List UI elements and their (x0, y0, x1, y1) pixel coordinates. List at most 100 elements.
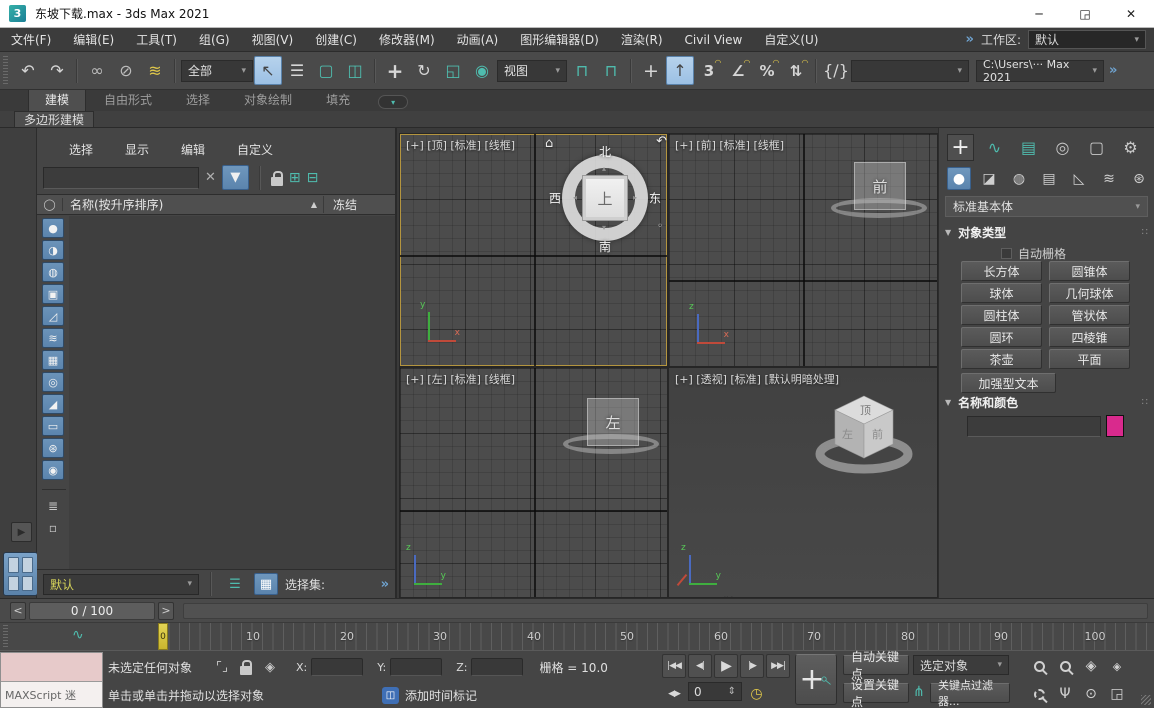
absolute-offset-toggle[interactable]: ◈ (258, 660, 282, 675)
selection-filter-dropdown[interactable]: 全部 ▾ (181, 59, 253, 82)
viewport-front-label[interactable]: [+] [前] [标准] [线框] (675, 137, 784, 153)
track-bar[interactable]: ∿ 0 10 20 30 40 50 60 70 80 90 100 (0, 622, 1154, 650)
z-coordinate-field[interactable] (471, 658, 524, 676)
triangle-down-icon[interactable]: ▾ (602, 223, 606, 232)
redo-button[interactable]: ↷ (43, 56, 71, 85)
filter-objects-toggle[interactable]: ● (42, 218, 64, 238)
blank-swatch-button[interactable]: ▫ (42, 518, 64, 538)
object-color-swatch[interactable] (1106, 415, 1124, 437)
next-frame-button[interactable]: |▶ (740, 654, 764, 678)
name-column-header[interactable]: 名称(按升序排序) ▲ (63, 196, 323, 213)
window-crossing-toggle-button[interactable]: ◫ (341, 56, 369, 85)
primitive-category-dropdown[interactable]: 标准基本体 ▾ (945, 196, 1148, 217)
select-and-link-button[interactable]: ∞ (83, 56, 111, 85)
project-folder-dropdown[interactable]: C:\Users\··· Max 2021 ▾ (976, 58, 1104, 84)
zoom-button[interactable] (1026, 654, 1052, 678)
filter-groups-toggle[interactable]: ▦ (42, 350, 64, 370)
zoom-region-button[interactable] (1026, 682, 1052, 706)
set-key-button[interactable]: 设置关键点 (843, 678, 909, 708)
toolbar-drag-handle[interactable] (3, 56, 8, 86)
menu-group[interactable]: 组(G) (188, 31, 241, 48)
clear-search-icon[interactable]: ✕ (205, 170, 216, 185)
category-spacewarps[interactable]: ≋ (1097, 167, 1121, 190)
zoom-all-button[interactable] (1052, 654, 1078, 678)
ribbon-tab-object-paint[interactable]: 对象绘制 (228, 89, 308, 111)
expand-panel-button[interactable]: ▶ (11, 522, 32, 542)
layer-explorer-button[interactable]: ☰ (223, 573, 247, 595)
viewport-left-label[interactable]: [+] [左] [标准] [线框] (406, 371, 515, 387)
viewport-perspective-label[interactable]: [+] [透视] [标准] [默认明暗处理] (675, 371, 839, 387)
viewport-perspective[interactable]: [+] [透视] [标准] [默认明暗处理] 顶 左 前 z y (669, 368, 937, 597)
category-cameras[interactable]: ▤ (1037, 167, 1061, 190)
triangle-up-icon[interactable]: ▴ (602, 164, 606, 173)
home-icon[interactable]: ⌂ (545, 136, 553, 151)
menu-overflow-icon[interactable]: » (966, 32, 974, 47)
select-and-move-button[interactable]: + (381, 56, 409, 85)
viewcube[interactable]: 左 (587, 398, 639, 446)
viewport-front[interactable]: [+] [前] [标准] [线框] 前 z x (669, 134, 937, 366)
rotate-arc-icon[interactable]: ↶ (656, 134, 667, 149)
x-coordinate-field[interactable] (311, 658, 364, 676)
maximize-viewport-toggle[interactable]: ◲ (1104, 682, 1130, 706)
menu-modifiers[interactable]: 修改器(M) (368, 31, 446, 48)
name-color-rollout-header[interactable]: ▼ 名称和颜色 ∷ (945, 393, 1148, 412)
trackbar-drag-handle[interactable] (3, 625, 8, 649)
trackbar-frame-marker[interactable]: 0 (158, 623, 168, 650)
angle-snap-toggle-button[interactable]: ∠ ◠ (724, 56, 752, 85)
key-target-dropdown[interactable]: 选定对象 ▾ (913, 655, 1009, 675)
use-pivot-point-button[interactable]: ⊓ (568, 56, 596, 85)
select-by-name-button[interactable]: ☰ (283, 56, 311, 85)
compass-west-label[interactable]: 西 (549, 190, 561, 207)
undo-button[interactable]: ↶ (14, 56, 42, 85)
pan-button[interactable]: Ψ (1052, 682, 1078, 706)
ribbon-minimize-dropdown[interactable]: ▾ (378, 95, 409, 109)
filter-lights-toggle[interactable]: ◍ (42, 262, 64, 282)
textplus-button[interactable]: 加强型文本 (961, 373, 1056, 393)
current-frame-field[interactable]: 0 ⇕ (688, 682, 742, 701)
explorer-object-list[interactable] (69, 216, 395, 569)
menu-edit[interactable]: 编辑(E) (62, 31, 125, 48)
compass-east-label[interactable]: 东 (649, 190, 661, 207)
tab-hierarchy[interactable]: ▤ (1015, 134, 1042, 161)
select-and-rotate-button[interactable]: ↻ (410, 56, 438, 85)
menu-customize[interactable]: 自定义(U) (753, 31, 829, 48)
explorer-search-input[interactable] (43, 166, 199, 189)
add-time-tag-button[interactable]: 添加时间标记 (405, 687, 477, 704)
maximize-button[interactable]: ◲ (1062, 0, 1108, 28)
select-and-scale-button[interactable]: ◱ (439, 56, 467, 85)
filter-hidden-toggle[interactable]: ◉ (42, 460, 64, 480)
pyramid-button[interactable]: 四棱锥 (1049, 327, 1130, 347)
menu-graph-editors[interactable]: 图形编辑器(D) (509, 31, 610, 48)
category-geometry[interactable]: ● (947, 167, 971, 190)
time-slider-handle[interactable]: 0 / 100 (29, 601, 155, 620)
next-frame-button[interactable]: > (158, 601, 174, 620)
filter-shapes-toggle[interactable]: ◑ (42, 240, 64, 260)
previous-frame-button[interactable]: < (10, 601, 26, 620)
explorer-menu-display[interactable]: 显示 (125, 141, 149, 158)
viewcube[interactable]: 前 (854, 162, 906, 210)
maxscript-pink-pane[interactable] (1, 653, 102, 682)
window-resize-grip[interactable] (1141, 695, 1151, 705)
minimize-button[interactable]: ─ (1016, 0, 1062, 28)
cone-button[interactable]: 圆锥体 (1049, 261, 1130, 281)
viewport-top[interactable]: [+] [顶] [标准] [线框] ⌂ ↶ 北 南 西 东 上 ▴ ▾ ◂ ▸ … (400, 134, 667, 366)
hierarchy-view-button[interactable]: ▦ (254, 573, 278, 595)
menu-file[interactable]: 文件(F) (0, 31, 62, 48)
isolate-selection-icon[interactable]: ⌜⌟ (210, 660, 234, 675)
snap-3d-toggle-button[interactable]: 3 ◠ (695, 56, 723, 85)
auto-key-button[interactable]: 自动关键点 (843, 650, 909, 681)
mini-curve-editor-icon[interactable]: ∿ (72, 627, 84, 643)
zoom-extents-button[interactable]: ◈ (1078, 654, 1104, 678)
percent-snap-toggle-button[interactable]: % ◠ (753, 56, 781, 85)
frozen-column-header[interactable]: 冻结 (323, 196, 395, 213)
autogrid-checkbox[interactable] (1001, 248, 1012, 259)
set-keys-button[interactable]: + ⟜ (795, 654, 837, 705)
object-type-rollout-header[interactable]: ▼ 对象类型 ∷ (945, 223, 1148, 242)
category-systems[interactable]: ⊛ (1127, 167, 1151, 190)
explorer-menu-customize[interactable]: 自定义 (237, 141, 273, 158)
explorer-menu-edit[interactable]: 编辑 (181, 141, 205, 158)
filter-boards-toggle[interactable]: ▭ (42, 416, 64, 436)
select-and-place-button[interactable]: ◉ (468, 56, 496, 85)
explorer-menu-select[interactable]: 选择 (69, 141, 93, 158)
explorer-filter-button[interactable]: ▼ (221, 165, 249, 190)
